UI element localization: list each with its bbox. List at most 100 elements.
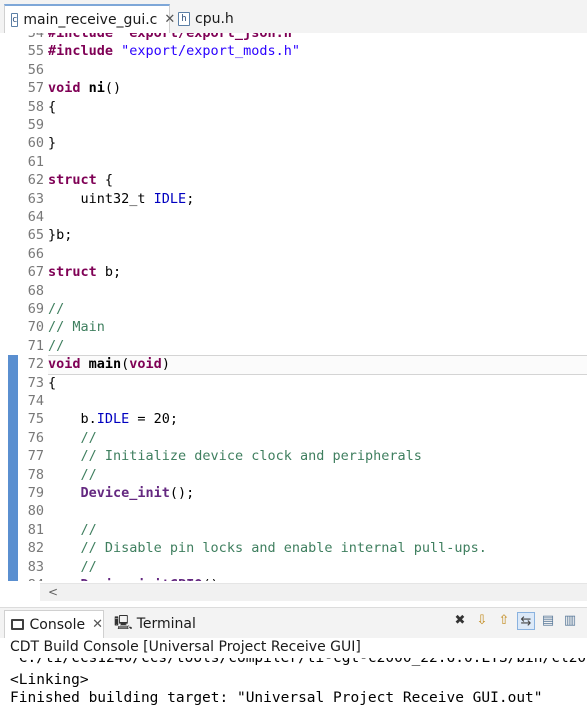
- code-token: //: [80, 466, 97, 483]
- open-console-icon[interactable]: ▤: [539, 612, 557, 630]
- line-number: 78: [27, 466, 44, 483]
- code-token: }: [48, 135, 57, 152]
- code-line: 56: [0, 61, 587, 79]
- horizontal-scrollbar[interactable]: <: [40, 583, 587, 601]
- code-line: 61: [0, 153, 587, 171]
- code-line: 72 void main(void): [0, 355, 587, 373]
- code-token: //: [80, 521, 97, 538]
- code-token: IDLE: [153, 190, 187, 207]
- code-token: ni: [88, 80, 105, 97]
- line-number: 54: [27, 33, 44, 41]
- code-token: IDLE: [96, 411, 130, 428]
- console-title: CDT Build Console [Universal Project Rec…: [10, 639, 361, 655]
- code-line: 82 // Disable pin locks and enable inter…: [0, 539, 587, 557]
- code-token: //: [48, 301, 65, 317]
- scroll-down-icon[interactable]: ⇩: [473, 612, 491, 630]
- code-line: 69//: [0, 300, 587, 318]
- editor-tab-bar: c main_receive_gui.c ✕ h cpu.h: [0, 0, 587, 33]
- code-token: // Disable pin locks and enable internal…: [80, 540, 487, 557]
- code-text: uint32_t IDLE;: [48, 190, 195, 208]
- code-token: ): [161, 356, 170, 373]
- code-text: {: [48, 374, 56, 392]
- code-token: uint32_t: [80, 190, 154, 207]
- console-output[interactable]: "C:/ti/ccs1240/ccs/tools/compiler/ti-cgt…: [0, 658, 587, 720]
- terminal-icon: 🖳: [114, 615, 133, 631]
- tab-main-receive-gui[interactable]: c main_receive_gui.c ✕: [4, 4, 175, 33]
- line-number: 84: [28, 576, 44, 581]
- code-token: b.: [80, 411, 97, 428]
- code-line: 79 Device_init();: [0, 484, 587, 502]
- line-number: 66: [27, 245, 44, 262]
- remove-launch-icon[interactable]: ✖: [451, 612, 469, 630]
- code-token: //: [48, 337, 65, 354]
- code-text: #include "export/export_mods.h": [48, 42, 300, 60]
- line-number: 72: [27, 356, 44, 373]
- code-token: (): [104, 80, 122, 97]
- code-text: //: [48, 337, 64, 355]
- tab-terminal[interactable]: 🖳 Terminal: [110, 610, 196, 638]
- code-text: Device_init();: [48, 484, 195, 502]
- console-line: "C:/ti/ccs1240/ccs/tools/compiler/ti-cgt…: [10, 658, 587, 666]
- line-number: 57: [27, 80, 44, 97]
- code-token: "export/export_mods.h": [121, 43, 300, 60]
- code-token: {: [48, 98, 57, 115]
- code-token: Device_init: [80, 485, 170, 501]
- line-number: 65: [27, 227, 44, 244]
- code-line: 57 void ni(): [0, 79, 587, 97]
- line-number: 73: [27, 374, 44, 391]
- tab-console[interactable]: Console ✕: [4, 610, 104, 638]
- close-icon[interactable]: ✕: [92, 617, 103, 632]
- scroll-lock-icon[interactable]: ⇆: [517, 612, 535, 630]
- code-token: ;: [186, 190, 195, 207]
- line-number: 56: [27, 61, 44, 78]
- code-text: //: [48, 521, 97, 539]
- line-number: 68: [27, 282, 44, 299]
- code-line: 71//: [0, 337, 587, 355]
- c-file-icon: c: [11, 12, 19, 27]
- scroll-up-icon[interactable]: ⇧: [495, 612, 513, 630]
- scroll-left-icon[interactable]: <: [48, 585, 58, 599]
- line-number: 70: [27, 319, 44, 336]
- code-token: void: [48, 356, 89, 373]
- code-token: struct: [48, 264, 105, 281]
- code-token: struct: [48, 172, 105, 189]
- code-text: Device_initGPIO();: [48, 576, 227, 581]
- line-number: 74: [27, 393, 44, 409]
- code-line: 73{: [0, 374, 587, 392]
- code-line: 54 #include "export/export_json.h": [0, 33, 587, 42]
- console-line: <Linking>: [10, 672, 89, 688]
- code-editor[interactable]: 54 #include "export/export_json.h" 55 #incl…: [0, 33, 587, 581]
- code-text: //: [48, 466, 97, 484]
- code-token: //: [80, 429, 97, 446]
- code-token: //: [80, 558, 97, 575]
- tab-label: Terminal: [136, 616, 196, 632]
- h-file-icon: h: [178, 11, 190, 26]
- tab-cpu-h[interactable]: h cpu.h: [174, 4, 234, 33]
- line-number: 71: [27, 337, 44, 354]
- code-line: 62 struct {: [0, 171, 587, 189]
- console-icon: [11, 619, 24, 630]
- code-token: {: [104, 172, 114, 189]
- code-text: b.IDLE = 20;: [48, 410, 179, 428]
- code-line: 66: [0, 245, 587, 263]
- line-number: 64: [27, 209, 44, 225]
- line-number: 62: [27, 172, 44, 189]
- code-text: void ni(): [48, 79, 121, 97]
- code-token: void: [48, 80, 89, 97]
- code-token: = 20;: [129, 411, 179, 428]
- line-number: 76: [27, 429, 44, 446]
- code-text: //: [48, 429, 97, 447]
- code-token: void: [129, 356, 162, 373]
- tab-label: Console: [29, 616, 86, 633]
- code-token: ();: [169, 485, 195, 501]
- code-text: #include "export/export_json.h": [48, 33, 300, 42]
- line-number: 58: [27, 98, 44, 115]
- line-number: 82: [27, 540, 44, 557]
- display-console-icon[interactable]: ▥: [561, 612, 579, 630]
- line-number: 59: [27, 117, 44, 133]
